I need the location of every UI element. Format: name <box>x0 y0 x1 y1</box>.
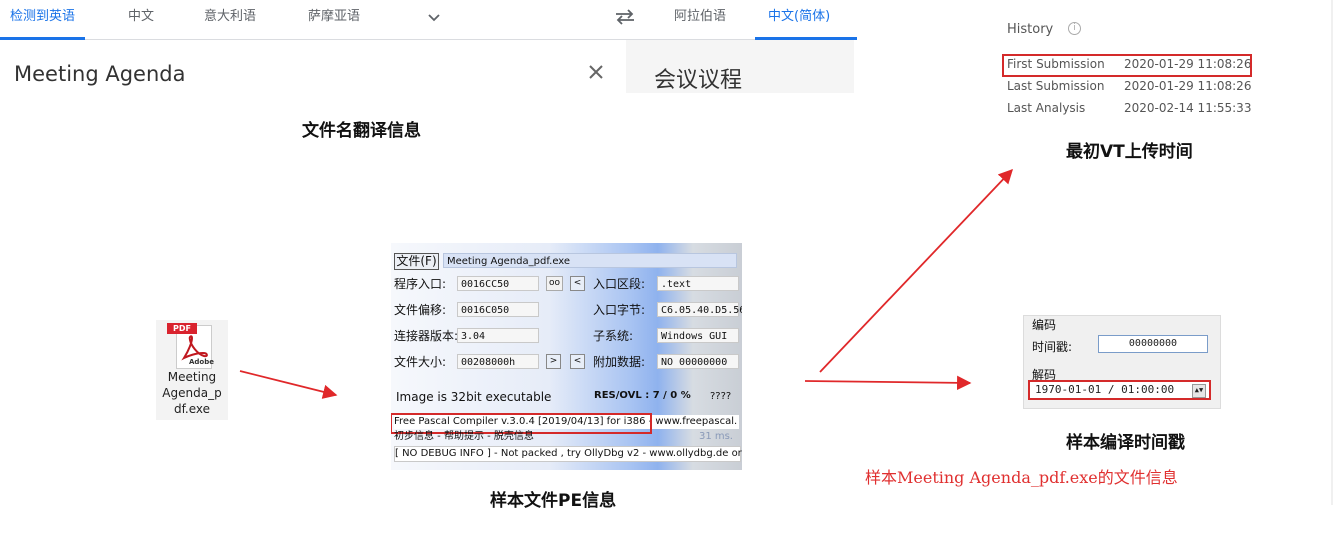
annotation-arrows <box>239 0 1333 505</box>
arrow-to-pe <box>239 370 338 399</box>
arrow-to-compile-time <box>804 375 972 391</box>
arrow-to-history <box>819 168 1013 373</box>
